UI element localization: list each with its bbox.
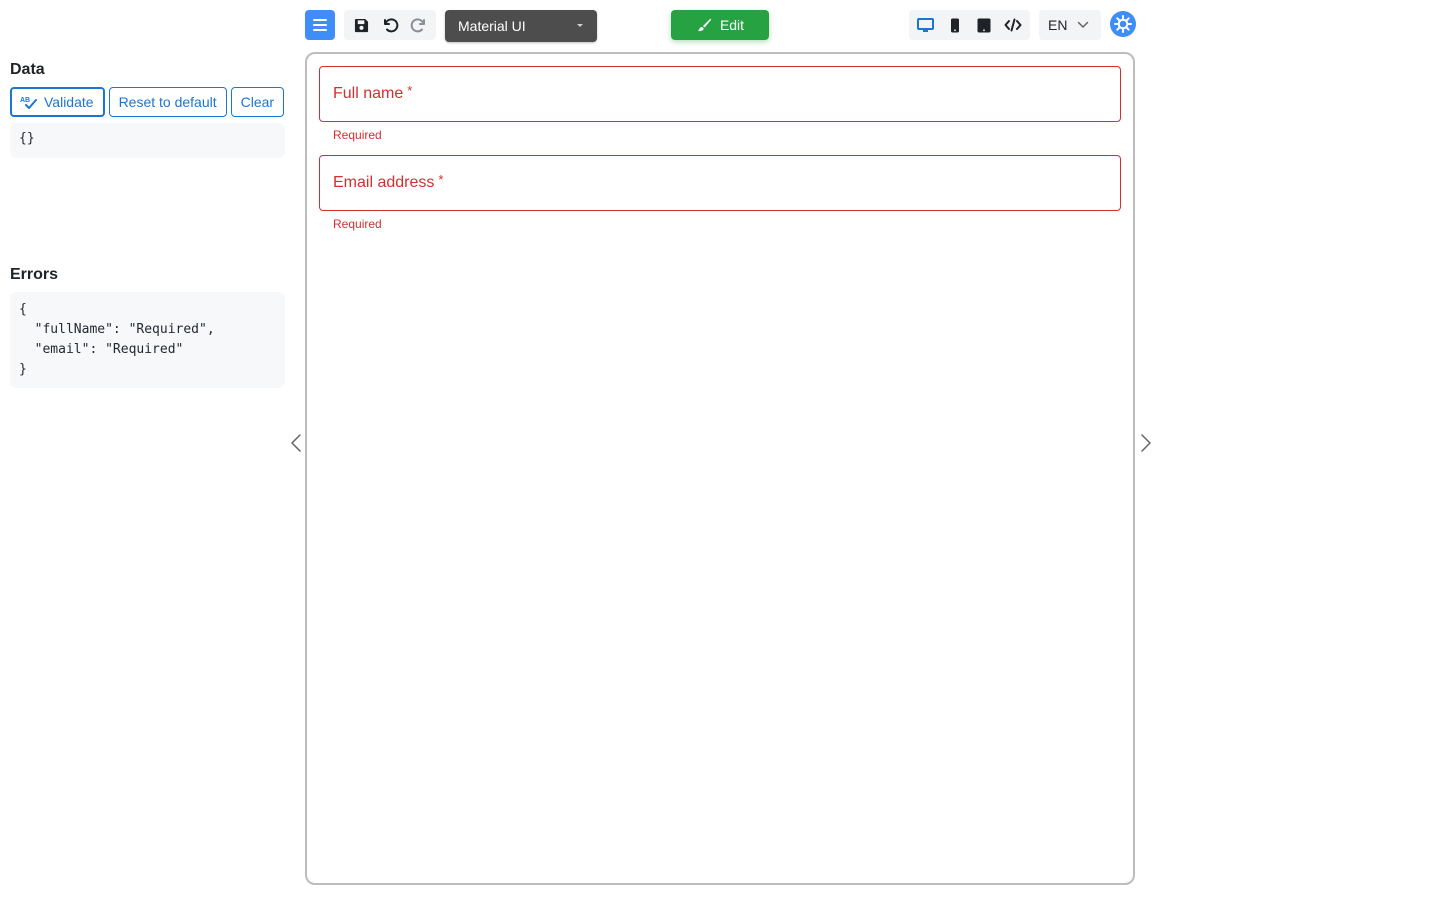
data-actions: AB Validate Reset to default Clear: [10, 87, 285, 117]
history-tools: [344, 10, 436, 40]
tablet-icon: [950, 18, 959, 32]
errors-json-view: { "fullName": "Required", "email": "Requ…: [10, 292, 285, 388]
menu-button[interactable]: [305, 10, 335, 40]
svg-text:AB: AB: [20, 97, 30, 104]
tablet-view-button[interactable]: [942, 12, 968, 38]
full-name-field[interactable]: Full name *: [319, 66, 1121, 122]
device-preview-tools: [909, 10, 1030, 40]
language-value: EN: [1048, 17, 1068, 33]
errors-heading: Errors: [10, 266, 59, 283]
reset-to-default-button[interactable]: Reset to default: [108, 87, 227, 117]
settings-button[interactable]: [1110, 11, 1136, 37]
data-json-view: {}: [10, 123, 285, 158]
full-name-label: Full name: [333, 85, 404, 102]
code-icon: [1004, 18, 1022, 32]
validate-label: Validate: [44, 94, 94, 110]
chevron-down-icon: [1078, 21, 1089, 28]
settings-icon: [1114, 15, 1132, 33]
paintbrush-icon: [697, 18, 711, 32]
theme-select[interactable]: Material UI: [445, 10, 597, 42]
chevron-right-icon: [1141, 434, 1151, 452]
mobile-view-button[interactable]: [971, 12, 997, 38]
edit-button[interactable]: Edit: [671, 10, 769, 40]
chevron-left-icon: [291, 434, 301, 452]
top-toolbar: Material UI Edit EN: [0, 9, 1440, 43]
email-address-label: Email address: [333, 174, 435, 191]
desktop-icon: [917, 17, 935, 32]
required-mark: *: [438, 171, 444, 187]
spellcheck-icon: AB: [20, 97, 37, 109]
redo-button[interactable]: [407, 13, 431, 37]
menu-icon: [313, 19, 327, 31]
desktop-view-button[interactable]: [913, 12, 939, 38]
form-preview-frame: Full name * Required Email address * Req…: [305, 52, 1135, 885]
theme-select-value: Material UI: [458, 18, 526, 34]
redo-icon: [410, 18, 425, 33]
mobile-icon: [977, 18, 991, 32]
email-address-field[interactable]: Email address *: [319, 155, 1121, 211]
undo-button[interactable]: [378, 13, 402, 37]
next-panel-button[interactable]: [1138, 432, 1154, 454]
full-name-helper-text: Required: [333, 128, 382, 142]
undo-icon: [383, 18, 399, 33]
required-mark: *: [407, 82, 413, 98]
data-heading: Data: [10, 61, 45, 78]
previous-panel-button[interactable]: [288, 432, 304, 454]
save-icon: [354, 18, 368, 32]
form-builder-page: Data AB Validate Reset to default Clear …: [0, 0, 1440, 900]
code-view-button[interactable]: [1000, 12, 1026, 38]
caret-down-icon: [577, 24, 583, 27]
email-address-helper-text: Required: [333, 217, 382, 231]
save-button[interactable]: [349, 13, 373, 37]
edit-label: Edit: [719, 17, 745, 33]
left-panel: Data AB Validate Reset to default Clear …: [10, 0, 286, 900]
clear-button[interactable]: Clear: [230, 87, 285, 117]
validate-button[interactable]: AB Validate: [10, 87, 105, 117]
language-select[interactable]: EN: [1039, 10, 1101, 40]
